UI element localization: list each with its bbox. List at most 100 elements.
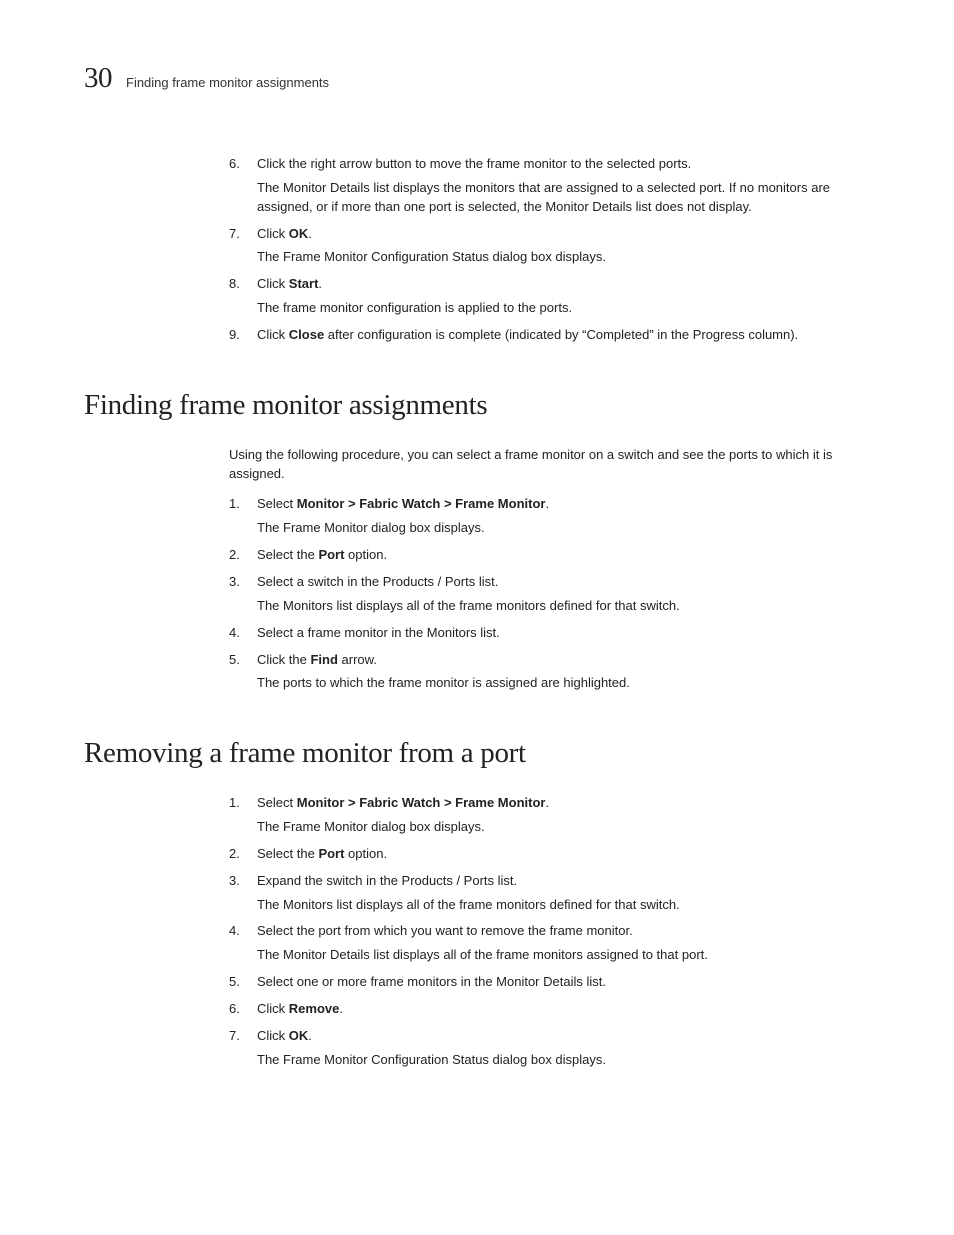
step-item: 6. Click Remove. bbox=[229, 1000, 870, 1019]
running-title: Finding frame monitor assignments bbox=[126, 75, 329, 90]
step-item: 7. Click OK. The Frame Monitor Configurati… bbox=[229, 225, 870, 268]
text-run: . bbox=[318, 276, 322, 291]
text-run: Select bbox=[257, 496, 297, 511]
text-run: Select the port from which you want to r… bbox=[257, 923, 633, 938]
section-intro: Using the following procedure, you can s… bbox=[229, 446, 870, 484]
step-text: Select the Port option. bbox=[257, 846, 387, 861]
step-text: Select Monitor > Fabric Watch > Frame Mo… bbox=[257, 795, 549, 810]
step-text: Click OK. bbox=[257, 226, 312, 241]
step-number: 5. bbox=[229, 973, 240, 992]
step-item: 3. Select a switch in the Products / Port… bbox=[229, 573, 870, 616]
step-item: 5. Select one or more frame monitors in t… bbox=[229, 973, 870, 992]
step-number: 7. bbox=[229, 1027, 240, 1046]
text-run: Click bbox=[257, 1028, 289, 1043]
step-number: 3. bbox=[229, 872, 240, 891]
step-text: Select a switch in the Products / Ports … bbox=[257, 574, 498, 589]
text-run: . bbox=[308, 1028, 312, 1043]
step-item: 2. Select the Port option. bbox=[229, 845, 870, 864]
step-item: 1. Select Monitor > Fabric Watch > Frame … bbox=[229, 495, 870, 538]
text-run: . bbox=[545, 795, 549, 810]
text-run: Click bbox=[257, 276, 289, 291]
text-run: Select bbox=[257, 795, 297, 810]
bold-text: Monitor > Fabric Watch > Frame Monitor bbox=[297, 496, 546, 511]
section-body: 1. Select Monitor > Fabric Watch > Frame … bbox=[229, 794, 870, 1069]
step-result-text: The Monitors list displays all of the fr… bbox=[257, 597, 870, 616]
bold-text: OK bbox=[289, 1028, 309, 1043]
section-heading: Finding frame monitor assignments bbox=[84, 389, 870, 422]
bold-text: OK bbox=[289, 226, 309, 241]
text-run: Click the right arrow button to move the… bbox=[257, 156, 691, 171]
step-item: 4. Select the port from which you want to… bbox=[229, 922, 870, 965]
bold-text: Find bbox=[310, 652, 337, 667]
bold-text: Port bbox=[318, 846, 344, 861]
text-run: . bbox=[545, 496, 549, 511]
step-result-text: The Monitor Details list displays all of… bbox=[257, 946, 870, 965]
step-number: 1. bbox=[229, 495, 240, 514]
text-run: after configuration is complete (indicat… bbox=[324, 327, 798, 342]
step-item: 9. Click Close after configuration is com… bbox=[229, 326, 870, 345]
step-text: Select one or more frame monitors in the… bbox=[257, 974, 606, 989]
step-text: Click OK. bbox=[257, 1028, 312, 1043]
step-text: Click Close after configuration is compl… bbox=[257, 327, 798, 342]
step-result-text: The Monitors list displays all of the fr… bbox=[257, 896, 870, 915]
chapter-number: 30 bbox=[84, 62, 112, 95]
text-run: Click the bbox=[257, 652, 310, 667]
step-text: Expand the switch in the Products / Port… bbox=[257, 873, 517, 888]
section-heading: Removing a frame monitor from a port bbox=[84, 737, 870, 770]
step-item: 2. Select the Port option. bbox=[229, 546, 870, 565]
step-result-text: The Frame Monitor dialog box displays. bbox=[257, 519, 870, 538]
continued-steps-block: 6. Click the right arrow button to move t… bbox=[229, 155, 870, 345]
step-text: Click the right arrow button to move the… bbox=[257, 156, 691, 171]
step-number: 5. bbox=[229, 651, 240, 670]
bold-text: Close bbox=[289, 327, 324, 342]
bold-text: Port bbox=[318, 547, 344, 562]
text-run: option. bbox=[344, 547, 387, 562]
step-result-text: The frame monitor configuration is appli… bbox=[257, 299, 870, 318]
step-result-text: The Frame Monitor Configuration Status d… bbox=[257, 248, 870, 267]
step-number: 7. bbox=[229, 225, 240, 244]
step-item: 7. Click OK. The Frame Monitor Configurati… bbox=[229, 1027, 870, 1070]
step-text: Click Start. bbox=[257, 276, 322, 291]
text-run: arrow. bbox=[338, 652, 377, 667]
step-number: 4. bbox=[229, 624, 240, 643]
text-run: Click bbox=[257, 226, 289, 241]
steps-list: 1. Select Monitor > Fabric Watch > Frame … bbox=[229, 495, 870, 693]
step-text: Select the Port option. bbox=[257, 547, 387, 562]
step-text: Click Remove. bbox=[257, 1001, 343, 1016]
bold-text: Monitor > Fabric Watch > Frame Monitor bbox=[297, 795, 546, 810]
step-result-text: The Frame Monitor Configuration Status d… bbox=[257, 1051, 870, 1070]
text-run: Click bbox=[257, 327, 289, 342]
step-number: 2. bbox=[229, 845, 240, 864]
text-run: . bbox=[308, 226, 312, 241]
text-run: Select a switch in the Products / Ports … bbox=[257, 574, 498, 589]
step-item: 8. Click Start. The frame monitor configur… bbox=[229, 275, 870, 318]
step-number: 6. bbox=[229, 1000, 240, 1019]
text-run: Click bbox=[257, 1001, 289, 1016]
page: 30 Finding frame monitor assignments 6. C… bbox=[0, 0, 954, 1137]
sections-host: Finding frame monitor assignments Using t… bbox=[84, 389, 870, 1070]
section-body: Using the following procedure, you can s… bbox=[229, 446, 870, 693]
step-item: 3. Expand the switch in the Products / Po… bbox=[229, 872, 870, 915]
step-item: 6. Click the right arrow button to move t… bbox=[229, 155, 870, 217]
step-number: 4. bbox=[229, 922, 240, 941]
step-text: Select a frame monitor in the Monitors l… bbox=[257, 625, 500, 640]
step-item: 5. Click the Find arrow. The ports to whic… bbox=[229, 651, 870, 694]
continued-steps-list: 6. Click the right arrow button to move t… bbox=[229, 155, 870, 345]
step-number: 8. bbox=[229, 275, 240, 294]
step-item: 4. Select a frame monitor in the Monitors… bbox=[229, 624, 870, 643]
text-run: Select the bbox=[257, 547, 318, 562]
step-number: 3. bbox=[229, 573, 240, 592]
bold-text: Start bbox=[289, 276, 319, 291]
step-number: 9. bbox=[229, 326, 240, 345]
step-text: Click the Find arrow. bbox=[257, 652, 377, 667]
step-number: 6. bbox=[229, 155, 240, 174]
step-number: 1. bbox=[229, 794, 240, 813]
page-header: 30 Finding frame monitor assignments bbox=[84, 62, 870, 95]
steps-list: 1. Select Monitor > Fabric Watch > Frame … bbox=[229, 794, 870, 1069]
text-run: Expand the switch in the Products / Port… bbox=[257, 873, 517, 888]
step-result-text: The Monitor Details list displays the mo… bbox=[257, 179, 870, 217]
step-result-text: The ports to which the frame monitor is … bbox=[257, 674, 870, 693]
step-number: 2. bbox=[229, 546, 240, 565]
text-run: Select a frame monitor in the Monitors l… bbox=[257, 625, 500, 640]
step-text: Select Monitor > Fabric Watch > Frame Mo… bbox=[257, 496, 549, 511]
